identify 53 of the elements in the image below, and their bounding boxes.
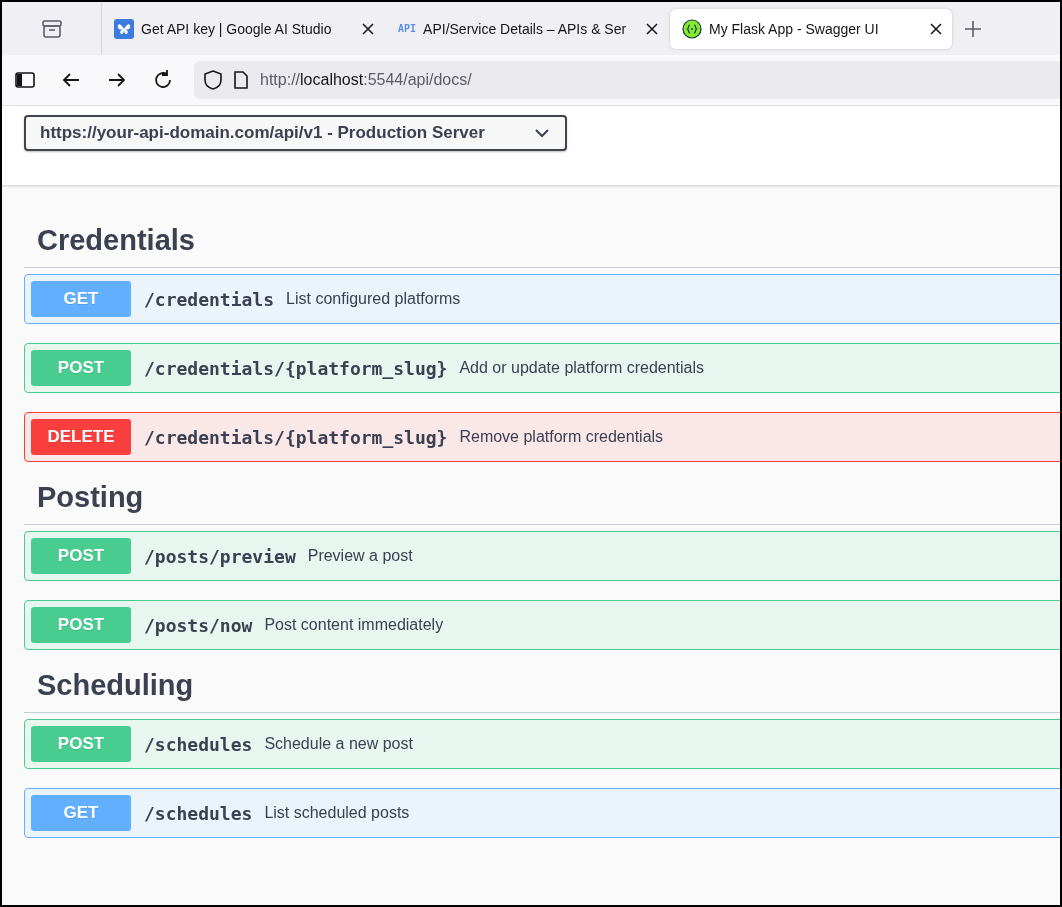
browser-tab[interactable]: My Flask App - Swagger UI [670, 8, 952, 49]
method-badge: GET [31, 281, 131, 317]
operation-row[interactable]: POST /credentials/{platform_slug} Add or update platform credentials [24, 343, 1060, 393]
address-bar[interactable]: http://localhost:5544/api/docs/ [194, 61, 1060, 99]
operation-row[interactable]: POST /schedules Schedule a new post [24, 719, 1060, 769]
close-icon[interactable] [930, 22, 942, 35]
endpoint-path: /schedules [144, 733, 253, 755]
server-dropdown[interactable]: https://your-api-domain.com/api/v1 - Production Server [24, 115, 567, 151]
method-badge: POST [31, 350, 131, 386]
endpoint-path: /credentials/{platform_slug} [144, 426, 448, 448]
method-badge: DELETE [31, 419, 131, 455]
close-icon[interactable] [646, 22, 658, 35]
method-badge: POST [31, 607, 131, 643]
method-badge: POST [31, 538, 131, 574]
method-badge: POST [31, 726, 131, 762]
tab-title: My Flask App - Swagger UI [709, 20, 880, 37]
operation-row[interactable]: POST /posts/preview Preview a post [24, 531, 1060, 581]
braces-icon [682, 18, 702, 39]
section-heading[interactable]: Posting [37, 481, 1060, 524]
operation-row[interactable]: GET /credentials List configured platforms [24, 274, 1060, 324]
reload-icon[interactable] [152, 69, 174, 91]
endpoint-summary: Preview a post [307, 547, 413, 565]
page-icon [234, 71, 248, 89]
method-badge: GET [31, 795, 131, 831]
endpoint-summary: Schedule a new post [264, 735, 413, 753]
endpoint-path: /credentials/{platform_slug} [144, 357, 448, 379]
endpoint-path: /credentials [144, 288, 275, 310]
endpoint-path: /schedules [144, 802, 253, 824]
operation-row[interactable]: DELETE /credentials/{platform_slug} Remove platform credentials [24, 412, 1060, 462]
endpoint-path: /posts/preview [144, 545, 296, 567]
shield-icon [204, 70, 222, 90]
endpoint-summary: List configured platforms [286, 290, 461, 308]
endpoint-summary: Remove platform credentials [459, 428, 664, 446]
chevron-down-icon [535, 128, 549, 138]
browser-tab[interactable]: API API/Service Details – APIs & Ser [386, 8, 668, 49]
url-text: http://localhost:5544/api/docs/ [260, 71, 472, 89]
tab-title: API/Service Details – APIs & Ser [423, 20, 628, 37]
endpoint-path: /posts/now [144, 614, 253, 636]
browser-tab[interactable]: Get API key | Google AI Studio [102, 8, 384, 49]
sidebar-icon[interactable] [14, 69, 36, 91]
plus-icon[interactable] [964, 19, 982, 38]
butterfly-icon [114, 18, 134, 39]
tab-title: Get API key | Google AI Studio [141, 20, 333, 37]
endpoint-summary: Post content immediately [264, 616, 444, 634]
close-icon[interactable] [362, 22, 374, 35]
section-heading[interactable]: Scheduling [37, 669, 1060, 712]
endpoint-summary: Add or update platform credentials [459, 359, 705, 377]
operation-row[interactable]: GET /schedules List scheduled posts [24, 788, 1060, 838]
endpoint-summary: List scheduled posts [264, 804, 410, 822]
tab-tray-icon[interactable] [40, 18, 63, 39]
operation-row[interactable]: POST /posts/now Post content immediately [24, 600, 1060, 650]
section-heading[interactable]: Credentials [37, 224, 1060, 267]
favicon-text: API [398, 23, 417, 34]
